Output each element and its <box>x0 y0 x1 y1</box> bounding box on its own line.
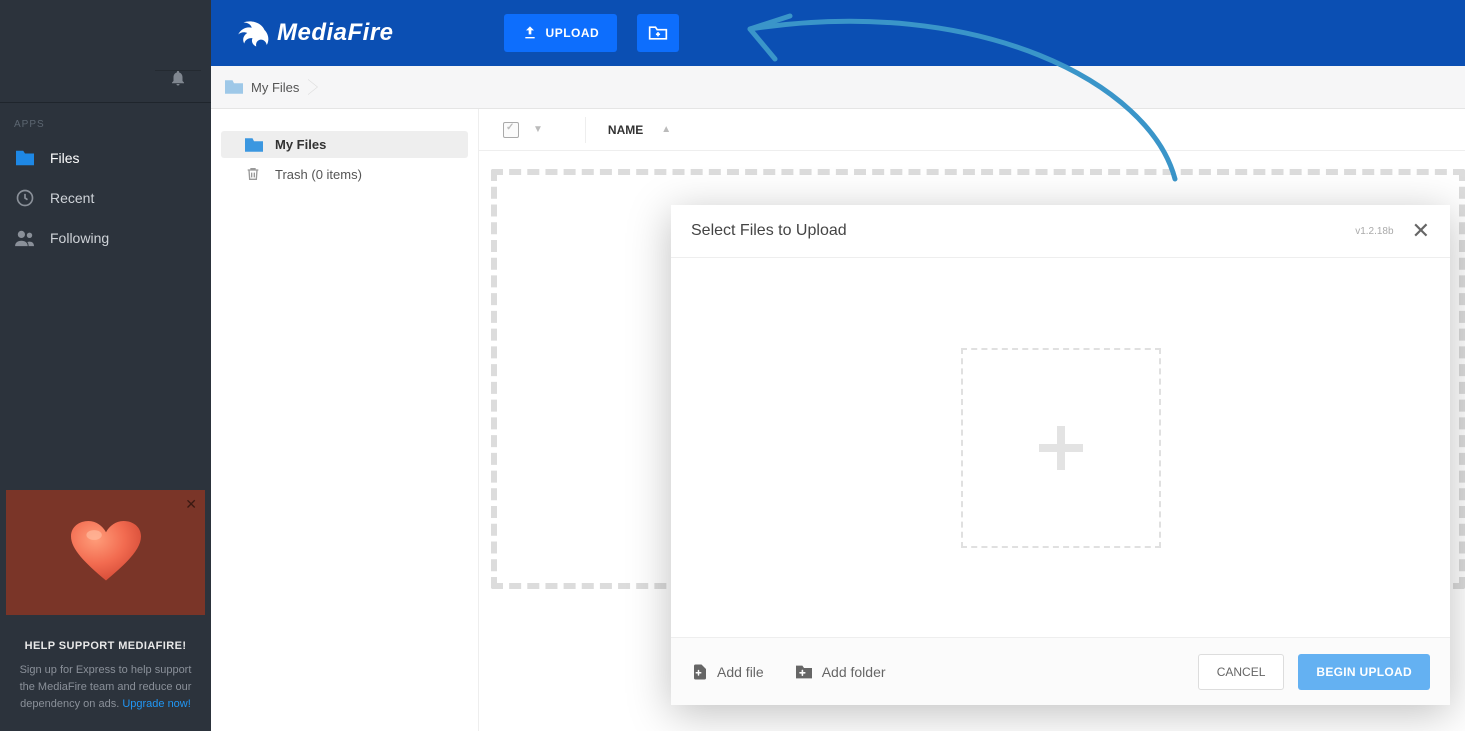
select-menu-caret-icon[interactable]: ▼ <box>533 124 543 135</box>
support-title: HELP SUPPORT MEDIAFIRE! <box>12 640 199 652</box>
select-all-checkbox[interactable] <box>503 122 519 138</box>
clock-icon <box>14 187 36 209</box>
folder-plus-icon <box>794 664 814 680</box>
list-header: ▼ NAME ▲ <box>479 109 1465 151</box>
breadcrumb-label: My Files <box>251 80 299 95</box>
breadcrumb-root[interactable]: My Files <box>225 80 317 95</box>
support-box: HELP SUPPORT MEDIAFIRE! Sign up for Expr… <box>0 626 211 731</box>
close-icon[interactable]: ✕ <box>1412 218 1430 244</box>
upload-icon <box>522 25 538 41</box>
tree-item-label: Trash (0 items) <box>275 167 362 182</box>
add-file-label: Add file <box>717 664 764 680</box>
sidebar-item-label: Files <box>50 150 80 166</box>
breadcrumb-bar: My Files <box>211 66 1465 109</box>
begin-upload-button[interactable]: BEGIN UPLOAD <box>1298 654 1430 690</box>
sidebar-section-label: APPS <box>0 103 211 138</box>
left-sidebar: APPS Files Recent Following ✕ <box>0 0 211 731</box>
tree-item-trash[interactable]: Trash (0 items) <box>221 160 468 188</box>
add-file-button[interactable]: Add file <box>691 663 764 681</box>
sort-asc-icon: ▲ <box>661 124 671 135</box>
upload-modal: Select Files to Upload v1.2.18b ✕ Add fi… <box>671 205 1450 705</box>
tree-item-label: My Files <box>275 137 326 152</box>
support-body: Sign up for Express to help support the … <box>12 662 199 713</box>
modal-header: Select Files to Upload v1.2.18b ✕ <box>671 205 1450 258</box>
folder-icon <box>225 80 243 94</box>
cancel-button[interactable]: CANCEL <box>1198 654 1285 690</box>
close-icon[interactable]: ✕ <box>185 496 197 513</box>
folder-icon <box>14 147 36 169</box>
plus-icon <box>1033 420 1089 476</box>
add-folder-label: Add folder <box>822 664 886 680</box>
brand-logo[interactable]: MediaFire <box>233 19 394 47</box>
notifications-bell-icon[interactable] <box>169 69 187 92</box>
brand-text: MediaFire <box>277 19 394 47</box>
trash-icon <box>245 166 263 182</box>
sidebar-item-following[interactable]: Following <box>0 218 211 258</box>
column-name[interactable]: NAME <box>608 123 643 137</box>
modal-footer: Add file Add folder CANCEL BEGIN UPLOAD <box>671 637 1450 705</box>
folder-icon <box>245 138 263 152</box>
people-icon <box>14 227 36 249</box>
folder-tree: My Files Trash (0 items) <box>211 109 479 731</box>
upload-button[interactable]: UPLOAD <box>504 14 618 52</box>
modal-version: v1.2.18b <box>1355 226 1393 237</box>
modal-title: Select Files to Upload <box>691 222 847 240</box>
flame-icon <box>233 19 269 47</box>
sidebar-item-label: Recent <box>50 190 94 206</box>
file-plus-icon <box>691 663 709 681</box>
modal-body <box>671 258 1450 637</box>
top-header: MediaFire UPLOAD <box>211 0 1465 66</box>
heart-icon <box>71 520 141 585</box>
sidebar-item-recent[interactable]: Recent <box>0 178 211 218</box>
sidebar-top <box>0 0 211 103</box>
sidebar-item-files[interactable]: Files <box>0 138 211 178</box>
new-folder-button[interactable] <box>637 14 679 52</box>
promo-card[interactable]: ✕ <box>6 490 205 615</box>
upgrade-link[interactable]: Upgrade now! <box>122 698 191 710</box>
folder-plus-icon <box>648 24 668 42</box>
add-folder-button[interactable]: Add folder <box>794 663 886 681</box>
sidebar-item-label: Following <box>50 230 109 246</box>
upload-button-label: UPLOAD <box>546 26 600 40</box>
drop-target[interactable] <box>961 348 1161 548</box>
tree-item-myfiles[interactable]: My Files <box>221 131 468 158</box>
